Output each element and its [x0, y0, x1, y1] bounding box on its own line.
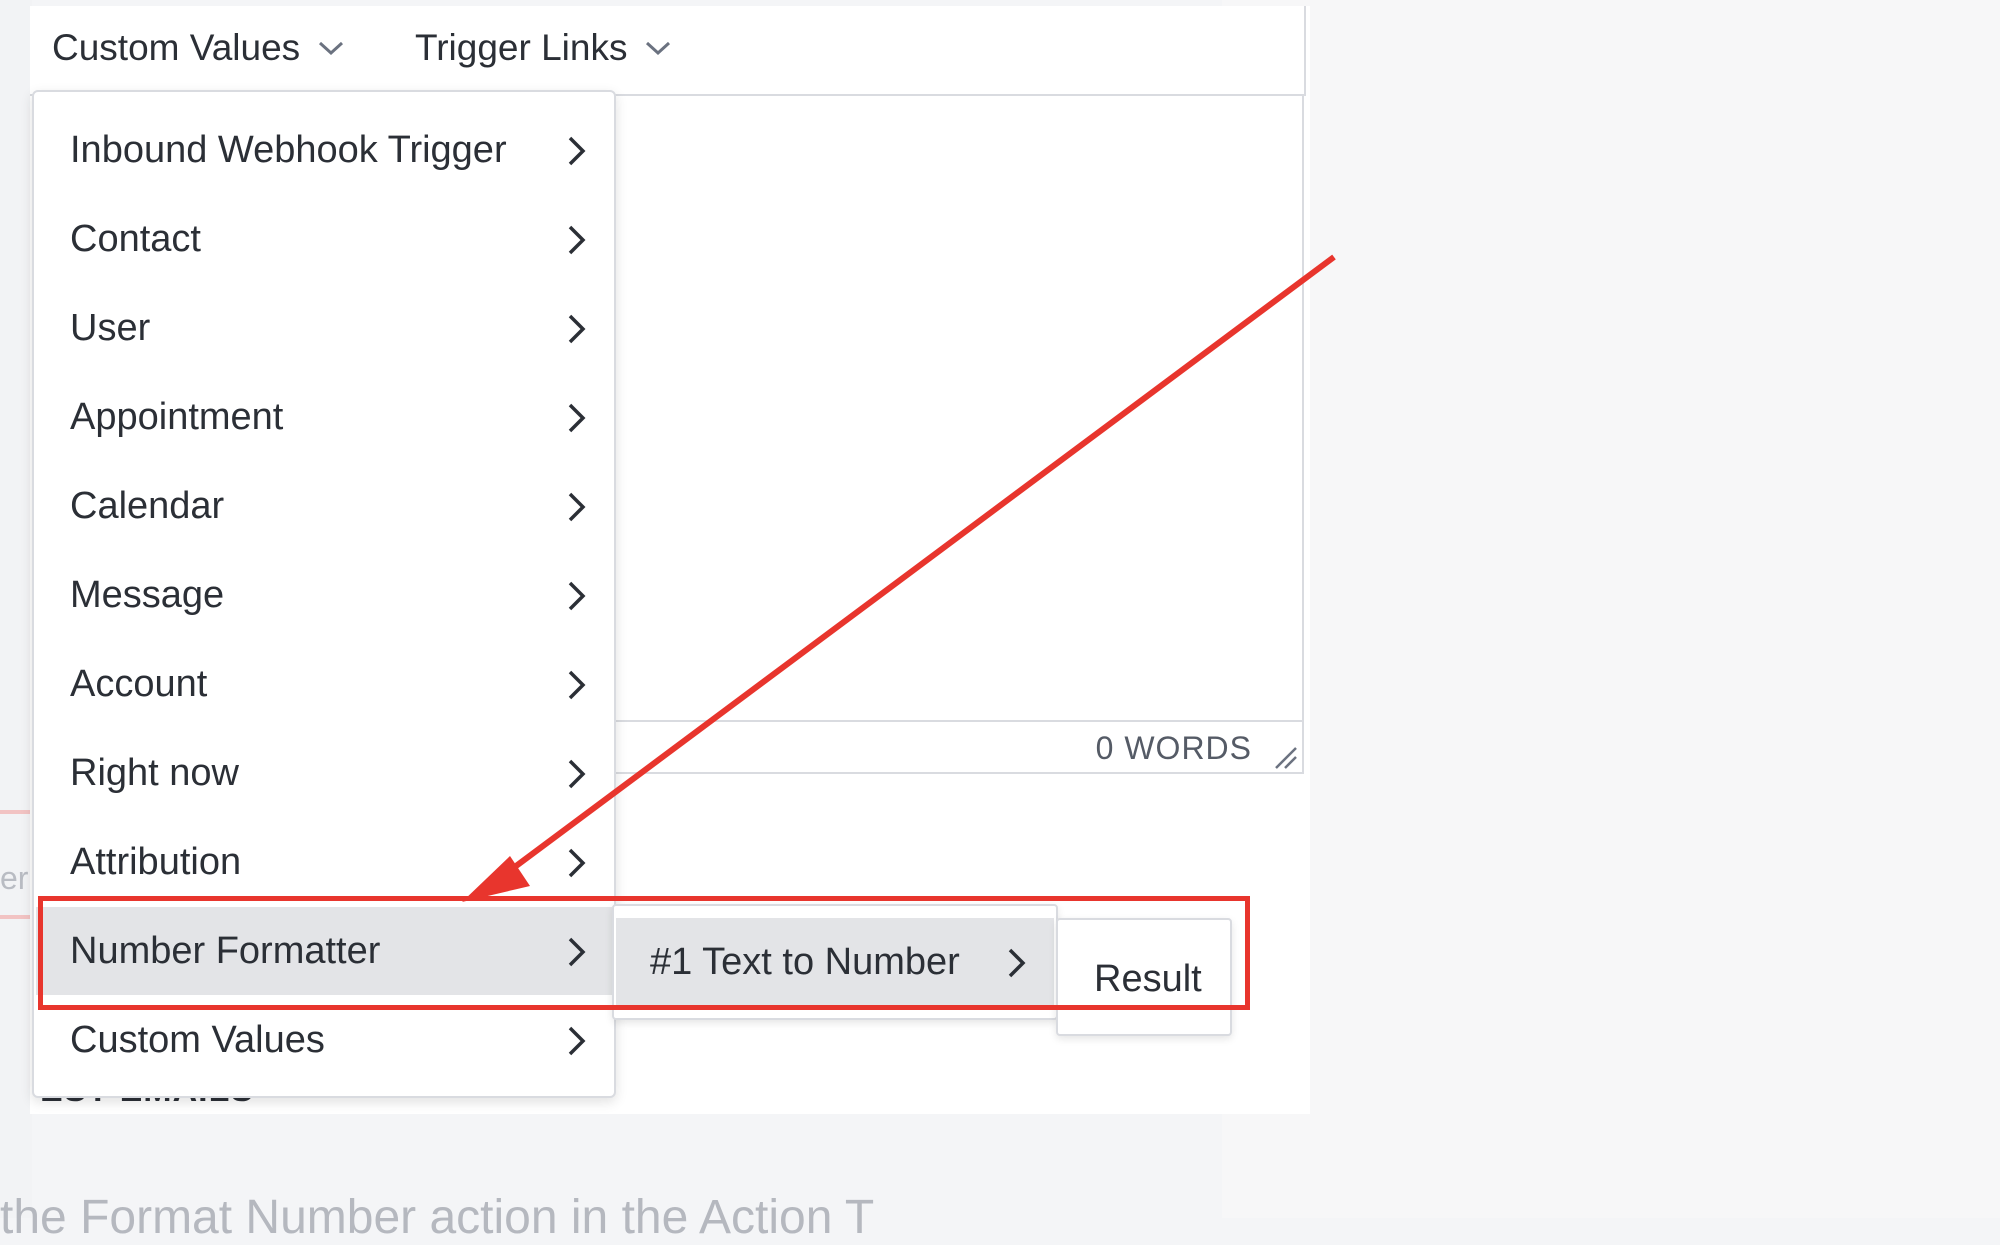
menu-item-label: Account — [70, 662, 208, 705]
menu-item-label: Attribution — [70, 840, 242, 883]
chevron-right-icon — [566, 223, 588, 255]
chevron-right-icon — [1006, 946, 1028, 978]
menu-item-message[interactable]: Message — [36, 551, 612, 639]
menu-item-custom-values[interactable]: Custom Values — [36, 996, 612, 1084]
menu-item-label: Inbound Webhook Trigger — [70, 128, 507, 171]
chevron-right-icon — [566, 668, 588, 700]
chevron-right-icon — [566, 1024, 588, 1056]
background-left-strip — [0, 0, 32, 1218]
submenu-item-text-to-number[interactable]: #1 Text to Number — [616, 918, 1054, 1006]
chevron-right-icon — [566, 579, 588, 611]
submenu-item-label: #1 Text to Number — [650, 940, 960, 983]
chevron-right-icon — [566, 312, 588, 344]
menu-item-label: User — [70, 306, 151, 349]
menu-item-label: Number Formatter — [70, 929, 381, 972]
menu-item-label: Right now — [70, 751, 239, 794]
number-formatter-submenu: #1 Text to Number — [612, 904, 1058, 1020]
menu-item-label: Message — [70, 573, 225, 616]
menu-item-label: Contact — [70, 217, 201, 260]
custom-values-dropdown[interactable]: Custom Values — [52, 22, 346, 74]
chevron-right-icon — [566, 134, 588, 166]
menu-item-attribution[interactable]: Attribution — [36, 818, 612, 906]
result-option[interactable]: Result — [1056, 918, 1232, 1036]
chevron-down-icon — [316, 38, 346, 58]
chevron-right-icon — [566, 401, 588, 433]
background-divider — [0, 810, 32, 814]
chevron-down-icon — [643, 38, 673, 58]
resize-handle-icon[interactable] — [1272, 744, 1298, 770]
editor-statusbar: 0 WORDS — [612, 720, 1304, 774]
trigger-links-dropdown-label: Trigger Links — [415, 27, 628, 68]
menu-item-account[interactable]: Account — [36, 640, 612, 728]
background-divider — [0, 915, 32, 919]
menu-item-contact[interactable]: Contact — [36, 195, 612, 283]
menu-item-calendar[interactable]: Calendar — [36, 462, 612, 550]
menu-item-label: Calendar — [70, 484, 225, 527]
custom-values-dropdown-label: Custom Values — [52, 27, 301, 68]
menu-item-label: Appointment — [70, 395, 284, 438]
menu-item-number-formatter[interactable]: Number Formatter — [36, 907, 612, 995]
menu-item-user[interactable]: User — [36, 284, 612, 372]
background-right-panel — [1222, 0, 2000, 1218]
editor-toolbar: Custom Values Trigger Links — [30, 6, 1306, 96]
chevron-right-icon — [566, 935, 588, 967]
menu-item-inbound-webhook-trigger[interactable]: Inbound Webhook Trigger — [36, 106, 612, 194]
background-text-fragment: er — [0, 860, 29, 896]
word-count: 0 WORDS — [1095, 730, 1252, 766]
trigger-links-dropdown[interactable]: Trigger Links — [415, 22, 673, 74]
result-option-label: Result — [1094, 958, 1202, 1000]
menu-item-right-now[interactable]: Right now — [36, 729, 612, 817]
chevron-right-icon — [566, 757, 588, 789]
menu-item-appointment[interactable]: Appointment — [36, 373, 612, 461]
chevron-right-icon — [566, 846, 588, 878]
editor-text-area[interactable] — [612, 96, 1304, 720]
menu-item-label: Custom Values — [70, 1018, 325, 1061]
custom-values-menu: Inbound Webhook Trigger Contact User App… — [32, 90, 616, 1098]
chevron-right-icon — [566, 490, 588, 522]
